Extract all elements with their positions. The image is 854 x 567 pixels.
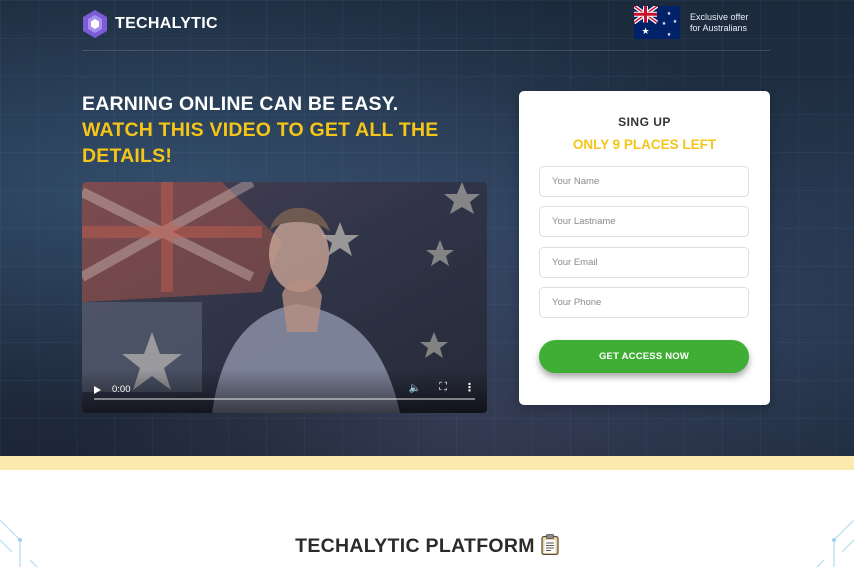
svg-text:★: ★ <box>667 32 672 38</box>
offer-text: Exclusive offer for Australians <box>690 12 760 34</box>
platform-section: TECHALYTIC PLATFORM <box>0 470 854 567</box>
fullscreen-icon[interactable]: ⛶ <box>439 381 447 394</box>
more-options-icon[interactable]: ⋮ <box>464 381 475 394</box>
platform-title-text: TECHALYTIC PLATFORM <box>295 535 535 557</box>
video-controls: 0:00 🔈 ⛶ ⋮ <box>82 369 487 413</box>
play-icon[interactable] <box>94 386 101 394</box>
svg-text:★: ★ <box>641 27 649 37</box>
phone-field[interactable] <box>539 287 749 318</box>
australia-flag-icon: ★ ★ ★ ★ ★ <box>634 6 680 39</box>
brand-name: TECHALYTIC <box>115 15 218 32</box>
get-access-button[interactable]: GET ACCESS NOW <box>539 340 749 373</box>
offer-line-2: for Australians <box>690 22 748 33</box>
hexagon-logo-icon <box>83 10 107 38</box>
platform-title: TECHALYTIC PLATFORM <box>0 534 854 558</box>
video-player[interactable]: 0:00 🔈 ⛶ ⋮ <box>82 182 487 413</box>
brand-logo[interactable]: TECHALYTIC <box>82 9 218 39</box>
video-time: 0:00 <box>112 384 131 395</box>
cream-divider-band <box>0 456 854 470</box>
svg-text:★: ★ <box>662 21 667 27</box>
last-name-field[interactable] <box>539 206 749 237</box>
form-title: SING UP <box>618 115 671 129</box>
email-field[interactable] <box>539 247 749 278</box>
exclusive-offer: ★ ★ ★ ★ ★ Exclusive offer for Australian… <box>634 6 760 39</box>
hero-section: TECHALYTIC ★ ★ ★ ★ ★ Exclusive offer for… <box>0 0 854 456</box>
headline-yellow: WATCH THIS VIDEO TO GET ALL THE DETAILS! <box>82 119 439 167</box>
clipboard-icon <box>541 534 559 555</box>
video-progress-bar[interactable] <box>94 398 475 400</box>
first-name-field[interactable] <box>539 166 749 197</box>
form-subtitle: ONLY 9 PLACES LEFT <box>572 137 717 152</box>
site-header: TECHALYTIC ★ ★ ★ ★ ★ Exclusive offer for… <box>82 0 770 51</box>
signup-form-card: SING UP ONLY 9 PLACES LEFT GET ACCESS NO… <box>519 91 770 405</box>
offer-line-1: Exclusive offer <box>690 11 749 22</box>
headline-white: EARNING ONLINE CAN BE EASY. <box>82 93 399 115</box>
hero-headline: EARNING ONLINE CAN BE EASY. WATCH THIS V… <box>82 91 502 169</box>
volume-icon[interactable]: 🔈 <box>409 383 421 394</box>
svg-text:★: ★ <box>667 11 672 17</box>
svg-text:★: ★ <box>673 19 678 25</box>
